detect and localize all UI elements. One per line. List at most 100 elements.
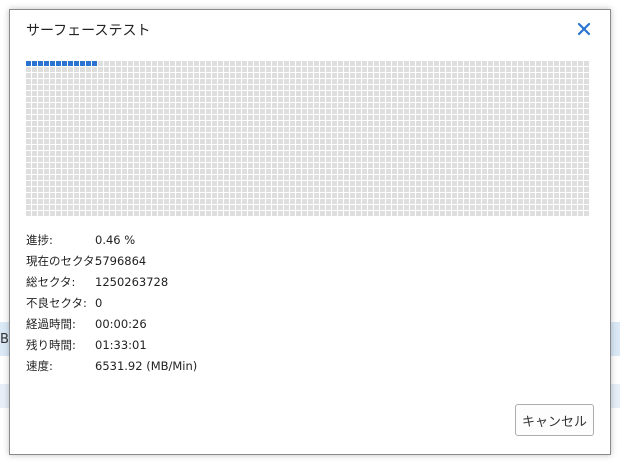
sector-block-pending (362, 151, 367, 156)
sector-block-pending (386, 199, 391, 204)
info-row-speed: 速度: 6531.92 (MB/Min) (26, 357, 197, 378)
sector-block-pending (158, 109, 163, 114)
sector-block-pending (398, 73, 403, 78)
sector-block-pending (284, 73, 289, 78)
sector-block-pending (200, 61, 205, 66)
sector-block-pending (434, 145, 439, 150)
sector-block-pending (380, 127, 385, 132)
sector-block-pending (242, 127, 247, 132)
sector-block-pending (326, 187, 331, 192)
sector-block-pending (488, 169, 493, 174)
sector-block-pending (176, 151, 181, 156)
sector-block-pending (296, 97, 301, 102)
sector-block-pending (572, 79, 577, 84)
sector-block-pending (218, 61, 223, 66)
sector-block-pending (350, 199, 355, 204)
sector-block-pending (446, 127, 451, 132)
sector-block-pending (506, 181, 511, 186)
sector-block-pending (152, 97, 157, 102)
sector-block-pending (344, 163, 349, 168)
sector-block-pending (56, 163, 61, 168)
sector-block-pending (584, 61, 589, 66)
sector-block-pending (212, 181, 217, 186)
sector-block-pending (374, 97, 379, 102)
sector-block-pending (392, 97, 397, 102)
sector-block-pending (266, 61, 271, 66)
sector-block-pending (110, 115, 115, 120)
sector-block-pending (464, 139, 469, 144)
sector-block-pending (170, 79, 175, 84)
sector-block-pending (446, 169, 451, 174)
sector-block-pending (74, 115, 79, 120)
sector-block-pending (518, 151, 523, 156)
sector-block-pending (404, 157, 409, 162)
sector-block-pending (374, 103, 379, 108)
sector-block-pending (218, 175, 223, 180)
sector-block-pending (440, 181, 445, 186)
sector-block-pending (26, 151, 31, 156)
sector-block-pending (362, 115, 367, 120)
sector-block-pending (68, 121, 73, 126)
sector-block-pending (110, 133, 115, 138)
sector-block-pending (392, 79, 397, 84)
sector-block-pending (536, 199, 541, 204)
sector-block-pending (554, 211, 559, 216)
sector-block-pending (566, 211, 571, 216)
sector-block-pending (362, 163, 367, 168)
sector-block-pending (584, 169, 589, 174)
sector-block-pending (272, 139, 277, 144)
sector-block-pending (506, 91, 511, 96)
sector-block-pending (32, 199, 37, 204)
sector-block-pending (290, 103, 295, 108)
sector-block-pending (296, 73, 301, 78)
sector-block-pending (104, 211, 109, 216)
sector-block-pending (236, 79, 241, 84)
sector-block-pending (458, 205, 463, 210)
sector-block-pending (248, 73, 253, 78)
sector-block-pending (80, 115, 85, 120)
sector-block-pending (92, 121, 97, 126)
sector-block-pending (518, 157, 523, 162)
sector-block-pending (524, 85, 529, 90)
sector-block-pending (518, 103, 523, 108)
sector-block-pending (296, 67, 301, 72)
sector-block-pending (236, 85, 241, 90)
sector-block-pending (518, 115, 523, 120)
sector-block-pending (188, 145, 193, 150)
sector-block-pending (572, 139, 577, 144)
sector-block-pending (296, 211, 301, 216)
sector-block-pending (320, 193, 325, 198)
sector-block-pending (416, 103, 421, 108)
sector-block-pending (140, 61, 145, 66)
cancel-button[interactable]: キャンセル (515, 404, 594, 436)
sector-block-pending (410, 85, 415, 90)
sector-block-pending (38, 187, 43, 192)
sector-block-pending (572, 157, 577, 162)
sector-block-pending (494, 145, 499, 150)
sector-block-pending (542, 91, 547, 96)
sector-block-pending (140, 193, 145, 198)
sector-block-pending (86, 115, 91, 120)
sector-block-pending (278, 169, 283, 174)
sector-block-pending (416, 61, 421, 66)
sector-block-pending (482, 133, 487, 138)
sector-block-pending (116, 91, 121, 96)
sector-block-pending (56, 193, 61, 198)
sector-block-pending (194, 79, 199, 84)
sector-block-pending (152, 73, 157, 78)
sector-block-pending (434, 121, 439, 126)
sector-block-pending (302, 73, 307, 78)
sector-block-pending (158, 175, 163, 180)
sector-block-pending (578, 193, 583, 198)
sector-block-pending (356, 133, 361, 138)
sector-block-pending (98, 175, 103, 180)
sector-block-pending (482, 151, 487, 156)
sector-block-pending (236, 175, 241, 180)
sector-block-pending (350, 175, 355, 180)
sector-block-pending (524, 109, 529, 114)
close-button[interactable] (574, 19, 594, 39)
sector-block-pending (410, 115, 415, 120)
sector-block-pending (584, 211, 589, 216)
sector-block-pending (428, 61, 433, 66)
sector-block-pending (446, 91, 451, 96)
